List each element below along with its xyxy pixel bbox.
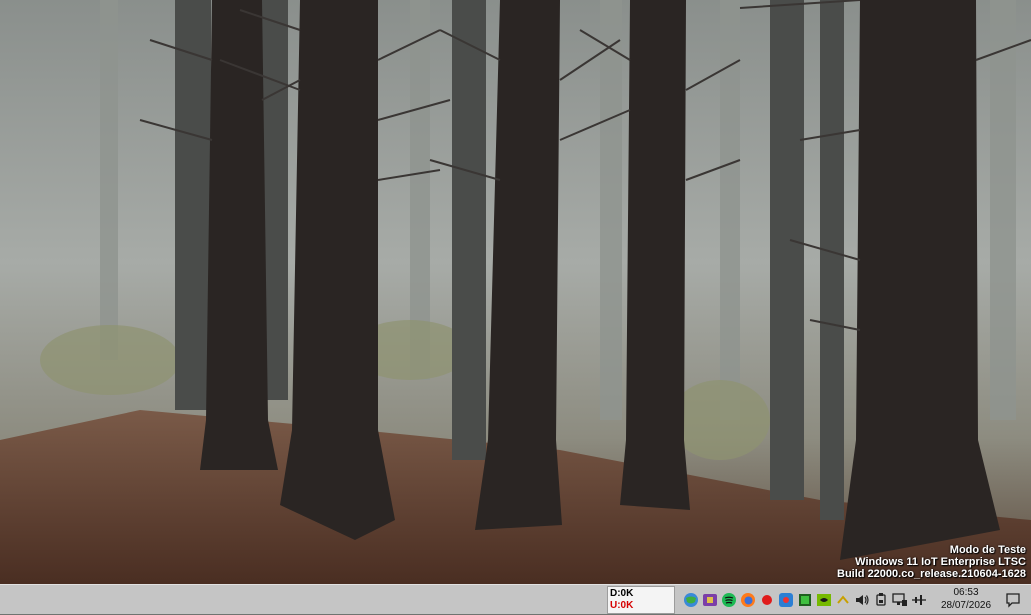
test-mode-watermark: Modo de Teste Windows 11 IoT Enterprise … <box>837 544 1026 580</box>
nvidia-icon[interactable] <box>816 592 832 608</box>
notification-icon[interactable] <box>1003 590 1023 610</box>
app-blue-icon[interactable] <box>778 592 794 608</box>
desktop-wallpaper <box>0 0 1031 584</box>
spotify-icon[interactable] <box>721 592 737 608</box>
expand-tray-icon[interactable] <box>835 592 851 608</box>
app-purple-icon[interactable] <box>702 592 718 608</box>
watermark-line-edition: Windows 11 IoT Enterprise LTSC <box>855 556 1026 568</box>
display-network-icon[interactable] <box>892 592 908 608</box>
usb-eject-icon[interactable] <box>873 592 889 608</box>
clock-time: 06:53 <box>953 587 979 598</box>
clock-date: 28/07/2026 <box>940 600 992 611</box>
disk-write-value: U:0K <box>610 600 634 611</box>
disk-activity-monitor[interactable]: D:0K U:0K <box>607 586 675 614</box>
firefox-icon[interactable] <box>740 592 756 608</box>
battery-power-icon[interactable] <box>911 592 927 608</box>
taskbar-clock[interactable]: 06:53 28/07/2026 <box>940 586 992 614</box>
wallpaper-forest <box>0 0 1031 584</box>
watermark-line-build: Build 22000.co_release.210604-1628 <box>837 568 1026 580</box>
system-tray <box>683 585 927 615</box>
app-green-icon[interactable] <box>797 592 813 608</box>
watermark-line-mode: Modo de Teste <box>949 544 1026 556</box>
taskbar: D:0K U:0K 06:53 28/07/2026 <box>0 584 1031 614</box>
record-icon[interactable] <box>759 592 775 608</box>
disk-read-value: D:0K <box>610 588 634 599</box>
volume-icon[interactable] <box>854 592 870 608</box>
network-globe-icon[interactable] <box>683 592 699 608</box>
